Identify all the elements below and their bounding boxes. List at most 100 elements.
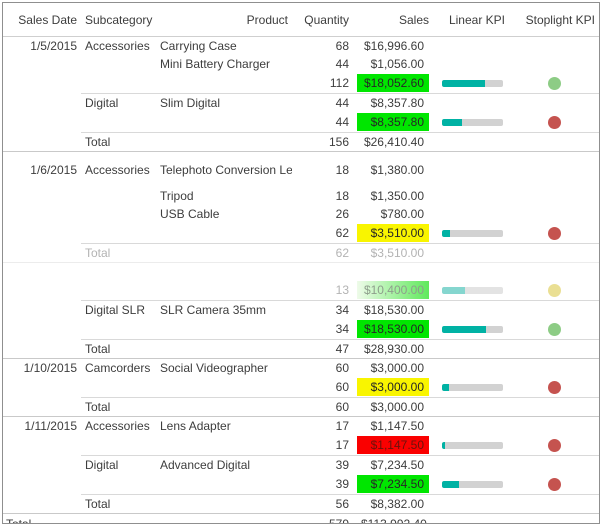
- product-cell: Carrying Case: [160, 39, 237, 53]
- linear-kpi-cell: [433, 205, 509, 223]
- sales-value: $28,930.00: [363, 342, 424, 356]
- stoplight-indicator-green-icon: [547, 322, 561, 336]
- sales-value: $780.00: [380, 207, 424, 221]
- linear-kpi-bar: [442, 286, 503, 294]
- stoplight-kpi-cell: [509, 73, 599, 94]
- subcategory-cell: Digital: [81, 455, 156, 474]
- product-cell: [156, 513, 292, 523]
- sales-cell: $3,510.00: [353, 243, 433, 263]
- linear-kpi-bar: [442, 325, 503, 333]
- header-sales-date: Sales Date: [3, 3, 81, 37]
- product-cell: Slim Digital: [156, 93, 292, 112]
- subcategory-cell: Total: [81, 397, 156, 417]
- stoplight-indicator-red-icon: [547, 380, 561, 394]
- linear-kpi-cell: [433, 73, 509, 94]
- stoplight-kpi-cell: [509, 494, 599, 514]
- linear-kpi-bar-fill: [442, 480, 460, 488]
- sales-date-cell: [3, 73, 81, 94]
- linear-kpi-cell: [433, 151, 509, 187]
- stoplight-kpi-cell: [509, 300, 599, 319]
- linear-kpi-cell: [433, 435, 509, 456]
- linear-kpi-cell: [433, 397, 509, 417]
- stoplight-kpi-cell: [509, 205, 599, 223]
- sales-date-cell: 1/6/2015: [3, 151, 81, 187]
- table-row: Total 579 $113,992.40: [3, 513, 599, 524]
- sales-cell: $780.00: [353, 205, 433, 223]
- sales-value: $1,380.00: [370, 162, 424, 177]
- quantity-cell: 62: [292, 243, 353, 263]
- stoplight-kpi-cell: [509, 416, 599, 435]
- sales-value: $18,530.00: [363, 303, 424, 317]
- linear-kpi-cell: [433, 132, 509, 152]
- stoplight-kpi-cell: [509, 358, 599, 377]
- product-cell: Tripod: [160, 189, 194, 203]
- table-row: Total 56 $8,382.00: [3, 494, 599, 514]
- sales-cell: $16,996.60: [353, 37, 433, 56]
- sales-value: $3,510.00: [370, 246, 424, 260]
- linear-kpi-cell: [433, 187, 509, 205]
- stoplight-kpi-cell: [509, 37, 599, 56]
- linear-kpi-bar-fill: [442, 229, 450, 237]
- sales-date-cell: [3, 280, 81, 301]
- table-row: 17 $1,147.50: [3, 435, 599, 456]
- sales-value: $113,992.40: [361, 517, 427, 524]
- table-row: USB Cable 26 $780.00: [3, 205, 599, 223]
- linear-kpi-cell: [433, 223, 509, 244]
- stoplight-indicator-red-icon: [547, 226, 561, 240]
- stoplight-kpi-cell: [509, 397, 599, 417]
- product-cell: Mini Battery Charger: [160, 57, 271, 71]
- sales-cell: $18,052.60: [353, 73, 433, 94]
- sales-cell: $113,992.40: [353, 513, 433, 524]
- linear-kpi-cell: [433, 377, 509, 398]
- linear-kpi-cell: [433, 243, 509, 263]
- quantity-cell: 34: [292, 300, 353, 319]
- subcategory-cell: Total: [81, 339, 156, 359]
- sales-value: $7,234.50: [370, 458, 424, 472]
- sales-value: $1,350.00: [370, 189, 424, 203]
- sales-date-cell: 1/10/2015: [3, 358, 81, 377]
- quantity-cell: 60: [292, 358, 353, 377]
- stoplight-kpi-cell: [509, 474, 599, 495]
- product-cell: [156, 73, 292, 94]
- stoplight-kpi-cell: [509, 55, 599, 73]
- sales-cell: $1,056.00: [353, 55, 433, 73]
- sales-cell: $1,380.00: [353, 151, 433, 187]
- sales-date-cell: [3, 340, 81, 359]
- table-row: 34 $18,530.00: [3, 319, 599, 340]
- report-table-body: 1/5/2015 Accessories Carrying Case 68 $16,99…: [3, 37, 599, 524]
- linear-kpi-cell: [433, 112, 509, 133]
- quantity-cell: 47: [292, 339, 353, 359]
- product-cell: [156, 319, 292, 340]
- sales-value: $8,357.80: [357, 113, 429, 131]
- sales-cell: $1,147.50: [353, 435, 433, 456]
- sales-cell: $3,000.00: [353, 377, 433, 398]
- sales-date-cell: [3, 377, 81, 398]
- subcategory-cell: [81, 73, 156, 94]
- sales-date-cell: Total: [3, 513, 81, 523]
- product-cell: [156, 397, 292, 417]
- linear-kpi-cell: [433, 93, 509, 112]
- quantity-cell: 34: [335, 322, 349, 336]
- linear-kpi-cell: [433, 37, 509, 56]
- table-header: Sales Date Subcategory Product Quantity …: [3, 3, 599, 37]
- quantity-cell: [292, 262, 353, 280]
- subcategory-cell: Total: [81, 494, 156, 514]
- subcategory-cell: [81, 262, 156, 280]
- quantity-cell: 44: [335, 57, 349, 71]
- quantity-cell: 18: [292, 151, 353, 187]
- subcategory-cell: Accessories: [85, 39, 150, 53]
- quantity-cell: 39: [335, 477, 349, 491]
- sales-cell: $18,530.00: [353, 319, 433, 340]
- subcategory-cell: [81, 112, 156, 133]
- table-row: 60 $3,000.00: [3, 377, 599, 398]
- sales-cell: $3,000.00: [353, 358, 433, 377]
- product-cell: [156, 339, 292, 359]
- sales-cell: $7,234.50: [353, 455, 433, 474]
- table-row: Digital Advanced Digital 39 $7,234.50: [3, 455, 599, 474]
- product-cell: [156, 474, 292, 495]
- table-row: Total 60 $3,000.00: [3, 397, 599, 417]
- sales-value: $18,052.60: [357, 74, 429, 92]
- spacer-row: [3, 262, 599, 280]
- sales-value: $26,410.40: [363, 135, 424, 149]
- sales-date-cell: [3, 223, 81, 244]
